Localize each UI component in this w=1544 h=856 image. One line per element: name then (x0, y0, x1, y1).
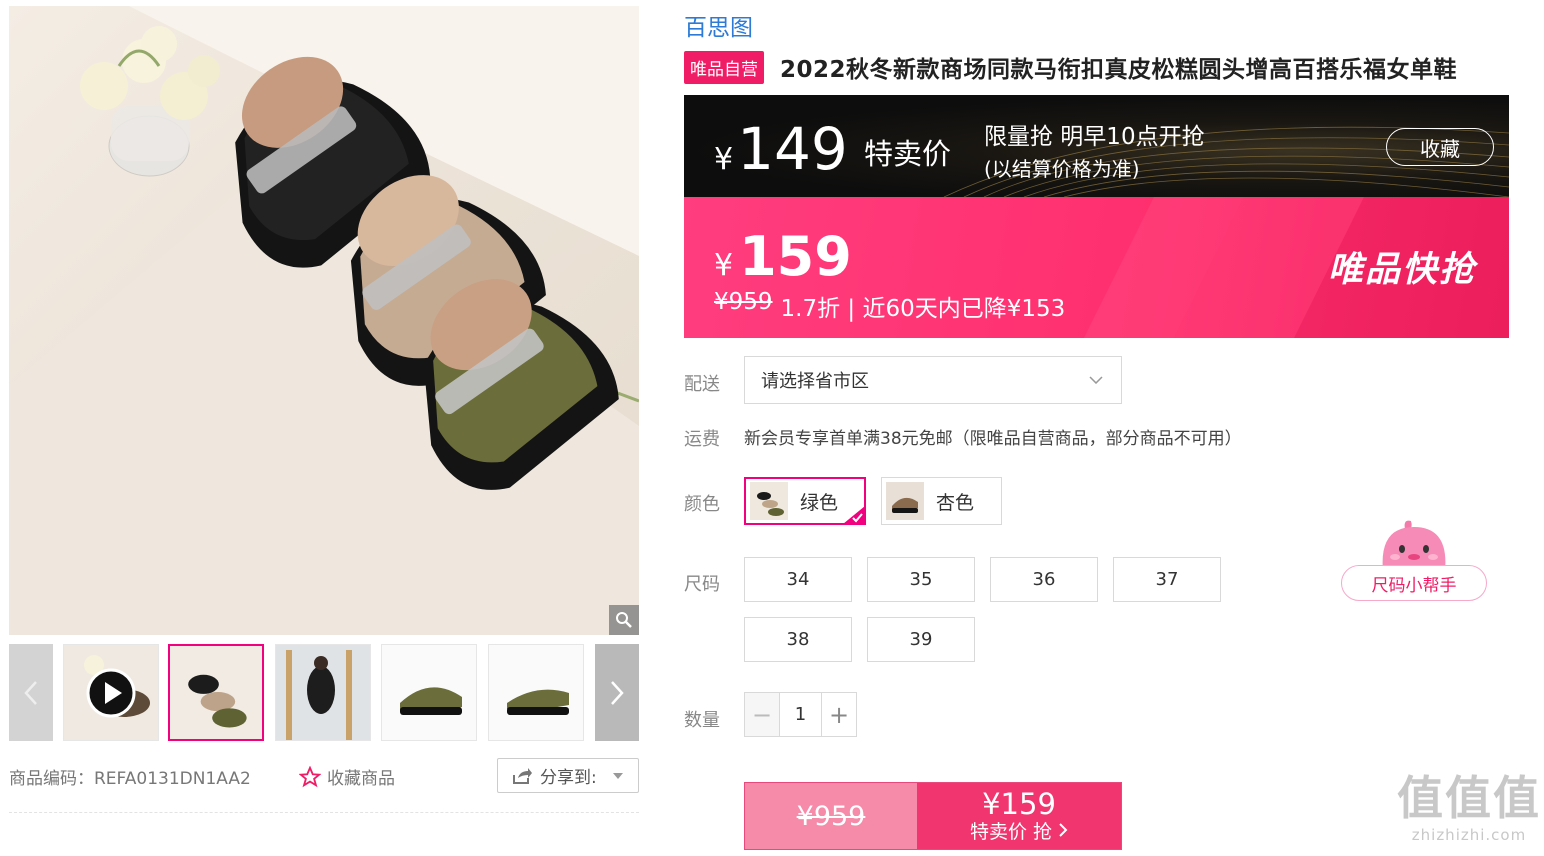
play-icon (86, 668, 136, 718)
swatch-thumbnail (886, 482, 924, 520)
magnifier-icon (616, 612, 632, 628)
main-product-image[interactable] (9, 6, 639, 635)
thumbnail-4[interactable] (381, 644, 477, 741)
color-option-green[interactable]: 绿色 (744, 477, 866, 525)
flash-price: ¥ 149 (714, 115, 848, 183)
size-option-36[interactable]: 36 (990, 557, 1098, 602)
star-icon (299, 765, 321, 787)
self-operated-badge: 唯品自营 (684, 50, 764, 84)
watermark: 值值值 zhizhizhi.com (1394, 770, 1544, 856)
thumbnail-image (276, 645, 370, 740)
shoe-photo (9, 6, 639, 635)
chevron-left-icon (24, 680, 37, 705)
watermark-logo: 值值值 (1397, 771, 1541, 825)
color-label: 颜色 (684, 494, 720, 515)
color-option-label: 绿色 (800, 491, 839, 514)
flash-price-value: 149 (737, 115, 848, 183)
quantity-increase-button[interactable]: + (822, 693, 856, 736)
discount-text: 1.7折 | 近60天内已降¥153 (780, 296, 1066, 322)
watermark-url: zhizhizhi.com (1411, 826, 1527, 844)
favorite-product-link[interactable]: 收藏商品 (299, 764, 395, 789)
chevron-down-icon (1089, 376, 1103, 384)
flash-sale-banner: ¥ 149 特卖价 限量抢 明早10点开抢 (以结算价格为准) 收藏 (684, 95, 1509, 197)
promo-banner: ¥ 159 ¥959 1.7折 | 近60天内已降¥153 唯品快抢 (684, 197, 1509, 338)
share-icon (513, 767, 532, 784)
chevron-right-icon (611, 680, 624, 705)
thumbnail-5[interactable] (488, 644, 584, 741)
buy-label: 特卖价 抢 (969, 821, 1052, 843)
original-price: ¥959 (714, 289, 773, 315)
size-option-37[interactable]: 37 (1113, 557, 1221, 602)
promo-subtext: ¥959 1.7折 | 近60天内已降¥153 (714, 289, 1065, 323)
product-page: { "brand": "百思图", "title": { "badge": "唯… (0, 0, 1544, 856)
size-helper[interactable]: 尺码小帮手 (1341, 519, 1489, 605)
quantity-label: 数量 (684, 710, 720, 731)
selected-check-icon (843, 506, 865, 524)
thumbnail-image (489, 645, 583, 740)
size-helper-label: 尺码小帮手 (1341, 565, 1487, 601)
thumbnail-3[interactable] (275, 644, 371, 741)
size-option-39[interactable]: 39 (867, 617, 975, 662)
thumbnail-next-button[interactable] (595, 644, 639, 741)
size-option-34[interactable]: 34 (744, 557, 852, 602)
quantity-stepper: − 1 + (744, 692, 857, 737)
thumbnail-image (170, 646, 262, 739)
mascot-icon (1382, 520, 1446, 571)
thumbnail-video[interactable] (63, 644, 159, 741)
promo-price-value: 159 (739, 225, 852, 288)
quick-buy-badge: 唯品快抢 (1328, 250, 1477, 290)
caret-down-icon (612, 772, 623, 779)
buy-action[interactable]: ¥159 特卖价 抢 (917, 783, 1121, 849)
flash-note: (以结算价格为准) (984, 157, 1140, 181)
zoom-button[interactable] (609, 605, 639, 635)
quantity-decrease-button[interactable]: − (745, 693, 779, 736)
swatch-thumbnail (750, 482, 788, 520)
delivery-label: 配送 (684, 374, 720, 395)
buy-label-row: 特卖价 抢 (970, 820, 1068, 844)
flash-price-label: 特卖价 (864, 137, 952, 171)
thumbnail-strip (9, 644, 639, 741)
quantity-value[interactable]: 1 (779, 693, 822, 736)
share-label: 分享到: (540, 768, 597, 788)
currency-symbol: ¥ (714, 248, 734, 283)
thumbnail-2[interactable] (168, 644, 264, 741)
region-select[interactable]: 请选择省市区 (744, 356, 1122, 404)
thumbnail-prev-button[interactable] (9, 644, 53, 741)
title-row: 唯品自营 2022秋冬新款商场同款马衔扣真皮松糕圆头增高百搭乐福女单鞋 (684, 50, 1457, 84)
buy-price: ¥159 (982, 787, 1056, 821)
promo-price: ¥ 159 (714, 225, 852, 288)
product-title: 2022秋冬新款商场同款马衔扣真皮松糕圆头增高百搭乐福女单鞋 (780, 57, 1458, 83)
currency-symbol: ¥ (714, 142, 734, 177)
buy-button[interactable]: ¥959 ¥159 特卖价 抢 (744, 782, 1122, 850)
divider (9, 812, 639, 813)
region-placeholder: 请选择省市区 (761, 371, 869, 392)
color-swatch-image (750, 482, 788, 520)
size-label: 尺码 (684, 574, 720, 595)
size-option-38[interactable]: 38 (744, 617, 852, 662)
favorite-label: 收藏商品 (327, 769, 395, 789)
flash-limit-text: 限量抢 明早10点开抢 (984, 124, 1205, 150)
shipping-text: 新会员专享首单满38元免邮（限唯品自营商品，部分商品不可用） (744, 429, 1242, 449)
thumbnail-image (382, 645, 476, 740)
buy-original-price: ¥959 (745, 783, 917, 849)
sku-code: 商品编码：REFA0131DN1AA2 (9, 769, 251, 789)
product-meta-row: 商品编码：REFA0131DN1AA2 收藏商品 分享到: (9, 758, 639, 794)
color-option-apricot[interactable]: 杏色 (881, 477, 1002, 525)
chevron-right-icon (1059, 823, 1068, 837)
collect-button[interactable]: 收藏 (1386, 128, 1494, 166)
share-button[interactable]: 分享到: (497, 758, 639, 793)
shipping-label: 运费 (684, 429, 720, 450)
size-option-35[interactable]: 35 (867, 557, 975, 602)
color-swatch-image (886, 482, 924, 520)
brand-link[interactable]: 百思图 (684, 8, 753, 42)
color-option-label: 杏色 (936, 491, 975, 514)
